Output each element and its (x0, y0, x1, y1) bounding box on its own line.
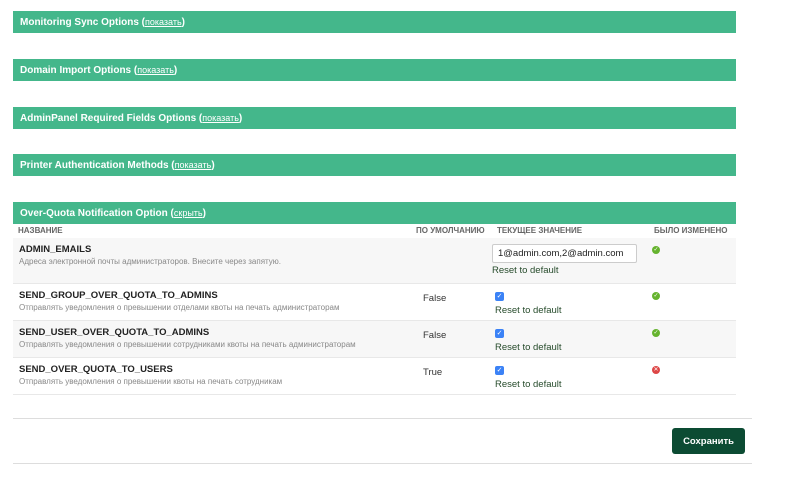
section-title: Printer Authentication Methods (20, 160, 169, 171)
changed-cell: ✕ (649, 357, 736, 395)
option-name: SEND_USER_OVER_QUOTA_TO_ADMINS (19, 326, 210, 338)
option-description: Адреса электронной почты администраторов… (19, 257, 282, 266)
value-checkbox[interactable]: ✓ (495, 365, 504, 375)
section-title: AdminPanel Required Fields Options (20, 113, 197, 124)
default-value: True (423, 366, 443, 378)
reset-to-default-link[interactable]: Reset to default (495, 342, 649, 353)
section-toggle-link[interactable]: показать (175, 160, 212, 170)
reset-to-default-link[interactable]: Reset to default (495, 305, 649, 316)
section-toggle-link[interactable]: показать (145, 17, 182, 27)
option-name-cell: SEND_GROUP_OVER_QUOTA_TO_ADMINS Отправля… (13, 283, 411, 321)
changed-cell: ✓ (649, 320, 736, 358)
column-header-current: ТЕКУЩЕЕ ЗНАЧЕНИЕ (497, 226, 583, 235)
section-printer-auth-methods: Printer Authentication Methods (показать… (13, 154, 736, 176)
section-title: Domain Import Options (20, 65, 132, 76)
submit-row-bottom-divider (13, 463, 752, 464)
submit-row-top-divider (13, 418, 752, 419)
table-row: SEND_USER_OVER_QUOTA_TO_ADMINS Отправлят… (13, 320, 736, 358)
changed-no-icon: ✕ (652, 365, 660, 374)
section-domain-import: Domain Import Options (показать) (13, 59, 736, 81)
admin-emails-input[interactable] (492, 244, 637, 263)
column-header-changed: БЫЛО ИЗМЕНЕНО (654, 226, 728, 235)
default-value: False (423, 329, 447, 341)
default-value-cell: True (411, 357, 492, 395)
section-over-quota-notification: Over-Quota Notification Option (скрыть) (13, 202, 736, 224)
option-name: ADMIN_EMAILS (19, 244, 92, 255)
options-table: НАЗВАНИЕ ПО УМОЛЧАНИЮ ТЕКУЩЕЕ ЗНАЧЕНИЕ Б… (13, 224, 736, 395)
section-toggle-link[interactable]: показать (137, 65, 174, 75)
section-adminpanel-required-fields: AdminPanel Required Fields Options (пока… (13, 107, 736, 129)
reset-to-default-link[interactable]: Reset to default (495, 379, 649, 390)
value-checkbox[interactable]: ✓ (495, 291, 504, 301)
option-name-cell: SEND_USER_OVER_QUOTA_TO_ADMINS Отправлят… (13, 320, 411, 358)
reset-to-default-link[interactable]: Reset to default (492, 265, 649, 276)
current-value-cell: Reset to default (492, 238, 649, 284)
changed-yes-icon: ✓ (652, 291, 660, 300)
default-value-cell: False (411, 320, 492, 358)
option-description: Отправлять уведомления о превышении отде… (19, 302, 340, 312)
option-name-cell: SEND_OVER_QUOTA_TO_USERS Отправлять увед… (13, 357, 411, 395)
section-title: Monitoring Sync Options (20, 17, 139, 28)
table-row: ADMIN_EMAILS Адреса электронной почты ад… (13, 238, 736, 284)
current-value-cell: ✓ Reset to default (492, 283, 649, 321)
default-value (411, 238, 492, 245)
section-title: Over-Quota Notification Option (20, 208, 168, 219)
option-name: SEND_GROUP_OVER_QUOTA_TO_ADMINS (19, 289, 218, 301)
save-button[interactable]: Сохранить (672, 428, 745, 454)
column-header-name: НАЗВАНИЕ (18, 226, 63, 235)
column-header-default: ПО УМОЛЧАНИЮ (416, 226, 485, 235)
default-value-cell (411, 238, 492, 284)
table-header-row: НАЗВАНИЕ ПО УМОЛЧАНИЮ ТЕКУЩЕЕ ЗНАЧЕНИЕ Б… (13, 224, 736, 238)
changed-yes-icon: ✓ (652, 246, 660, 254)
option-name: SEND_OVER_QUOTA_TO_USERS (19, 363, 173, 375)
option-name-cell: ADMIN_EMAILS Адреса электронной почты ад… (13, 238, 411, 284)
table-row: SEND_OVER_QUOTA_TO_USERS Отправлять увед… (13, 357, 736, 395)
current-value-cell: ✓ Reset to default (492, 320, 649, 358)
section-toggle-link[interactable]: показать (202, 113, 239, 123)
changed-yes-icon: ✓ (652, 328, 660, 337)
changed-cell: ✓ (649, 238, 736, 284)
default-value: False (423, 292, 447, 304)
table-row: SEND_GROUP_OVER_QUOTA_TO_ADMINS Отправля… (13, 283, 736, 321)
value-checkbox[interactable]: ✓ (495, 328, 504, 338)
section-monitoring-sync: Monitoring Sync Options (показать) (13, 11, 736, 33)
default-value-cell: False (411, 283, 492, 321)
option-description: Отправлять уведомления о превышении сотр… (19, 339, 356, 349)
section-toggle-link[interactable]: скрыть (174, 208, 203, 218)
option-description: Отправлять уведомления о превышении квот… (19, 376, 283, 386)
current-value-cell: ✓ Reset to default (492, 357, 649, 395)
changed-cell: ✓ (649, 283, 736, 321)
